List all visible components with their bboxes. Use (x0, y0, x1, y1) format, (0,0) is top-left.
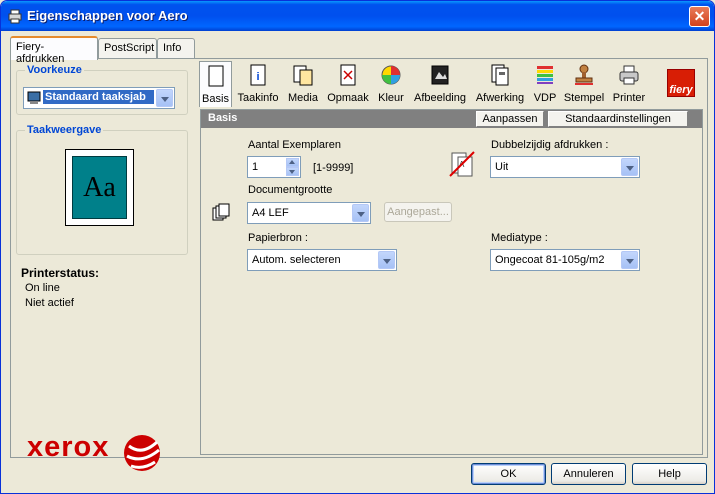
preview-text: Aa (83, 172, 116, 203)
chevron-down-icon[interactable] (352, 204, 369, 222)
tab-postscript[interactable]: PostScript (98, 38, 157, 59)
tab-info[interactable]: Info (157, 38, 195, 59)
presets-title: Voorkeuze (25, 64, 84, 76)
chevron-down-icon[interactable] (378, 251, 395, 269)
printer-status-title: Printerstatus: (21, 266, 100, 280)
presets-select[interactable]: Standaard taaksjab (23, 87, 175, 109)
basis-panel: Basis Aanpassen Standaardinstellingen Aa… (200, 109, 703, 455)
job-preview: Aa (65, 149, 134, 226)
printer-title-icon (8, 9, 22, 24)
copies-value: 1 (252, 161, 259, 173)
help-button[interactable]: Help (632, 463, 707, 485)
left-pane: Voorkeuze Standaard taaksjab Taakweergav… (11, 59, 197, 471)
toolbar-printer[interactable]: Printer (610, 61, 648, 107)
document-stack-icon (212, 203, 230, 221)
copies-label: Aantal Exemplaren (248, 139, 341, 151)
xerox-logo: xerox (27, 431, 110, 463)
toolbar-media[interactable]: Media (285, 61, 321, 107)
chevron-down-icon[interactable] (621, 158, 638, 176)
toolbar-label: Kleur (378, 92, 404, 104)
toolbar-vdp[interactable]: VDP (530, 61, 560, 107)
toolbar-basis[interactable]: Basis (199, 61, 232, 107)
toolbar-taakinfo[interactable]: i Taakinfo (235, 61, 281, 107)
toolbar-opmaak[interactable]: Opmaak (324, 61, 372, 107)
close-button[interactable]: ✕ (689, 6, 710, 27)
toolbar-label: Opmaak (327, 92, 369, 104)
duplex-off-icon: A (449, 151, 475, 177)
fiery-logo-text: fiery (669, 84, 693, 96)
paper-source-value: Autom. selecteren (252, 254, 341, 266)
toolbar-label: Media (288, 92, 318, 104)
preview-page: Aa (72, 156, 127, 219)
ok-button[interactable]: OK (471, 463, 546, 485)
properties-dialog: Eigenschappen voor Aero ✕ Fiery-afdrukke… (0, 0, 715, 494)
toolbar-label: Afwerking (475, 92, 525, 104)
media-icon (293, 65, 313, 86)
duplex-select[interactable]: Uit (490, 156, 640, 178)
media-type-value: Ongecoat 81-105g/m2 (495, 254, 605, 266)
presets-group: Voorkeuze Standaard taaksjab (16, 64, 188, 115)
panel-header: Basis Aanpassen Standaardinstellingen (201, 110, 702, 128)
toolbar-label: Printer (612, 92, 646, 104)
printer-status-line: Niet actief (25, 297, 74, 309)
panel-title: Basis (208, 112, 238, 124)
cancel-button[interactable]: Annuleren (551, 463, 626, 485)
toolbar-afbeelding[interactable]: Afbeelding (411, 61, 469, 107)
fiery-logo: fiery (667, 69, 695, 97)
right-pane: Basis i Taakinfo Media Opmaak Kleur Afbe… (197, 59, 707, 457)
presets-value: Standaard taaksjab (43, 90, 154, 104)
spin-down-icon[interactable] (286, 167, 299, 176)
duplex-value: Uit (495, 161, 509, 173)
toolbar-afwerking[interactable]: Afwerking (473, 61, 527, 107)
xerox-sphere-icon (124, 435, 160, 471)
defaults-button[interactable]: Standaardinstellingen (548, 111, 688, 127)
paper-source-select[interactable]: Autom. selecteren (247, 249, 397, 271)
custom-size-button[interactable]: Aangepast... (384, 202, 452, 222)
preview-title: Taakweergave (25, 124, 104, 136)
chevron-down-icon[interactable] (621, 251, 638, 269)
docsize-select[interactable]: A4 LEF (247, 202, 371, 224)
media-type-select[interactable]: Ongecoat 81-105g/m2 (490, 249, 640, 271)
printer-icon (619, 65, 639, 85)
docsize-label: Documentgrootte (248, 184, 333, 196)
dialog-client: Fiery-afdrukken PostScript Info Voorkeuz… (5, 31, 710, 489)
image-icon (431, 65, 449, 85)
paper-source-label: Papierbron : (248, 232, 308, 244)
color-icon (381, 65, 401, 85)
info-icon: i (250, 64, 266, 86)
toolbar-kleur[interactable]: Kleur (375, 61, 407, 107)
title-bar[interactable]: Eigenschappen voor Aero ✕ (1, 1, 714, 31)
window-title: Eigenschappen voor Aero (27, 8, 188, 23)
page-icon (208, 65, 223, 87)
preview-group: Taakweergave Aa (16, 124, 188, 255)
computer-icon (27, 91, 41, 104)
toolbar-label: Stempel (563, 92, 605, 104)
media-type-label: Mediatype : (491, 232, 548, 244)
printer-status-line: On line (25, 282, 60, 294)
copies-stepper[interactable]: 1 (247, 156, 301, 178)
toolbar-label: VDP (533, 92, 557, 104)
duplex-label: Dubbelzijdig afdrukken : (491, 139, 609, 151)
tab-fiery-printing[interactable]: Fiery-afdrukken (10, 36, 98, 65)
copies-range: [1-9999] (313, 162, 354, 174)
toolbar-label: Taakinfo (237, 92, 279, 104)
toolbar-label: Basis (202, 93, 229, 105)
stamp-icon (575, 64, 593, 85)
toolbar-stempel[interactable]: Stempel (563, 61, 605, 107)
tab-page: Voorkeuze Standaard taaksjab Taakweergav… (10, 58, 708, 471)
chevron-down-icon[interactable] (156, 89, 173, 107)
spin-up-icon[interactable] (286, 158, 299, 167)
spinner-arrows[interactable] (286, 158, 299, 176)
layout-icon (340, 64, 356, 86)
finishing-icon (491, 64, 509, 86)
svg-text:i: i (256, 71, 259, 83)
customize-button[interactable]: Aanpassen (476, 111, 544, 127)
category-toolbar: Basis i Taakinfo Media Opmaak Kleur Afbe… (197, 59, 707, 109)
docsize-value: A4 LEF (252, 207, 289, 219)
toolbar-label: Afbeelding (414, 92, 466, 104)
vdp-icon (537, 66, 553, 84)
